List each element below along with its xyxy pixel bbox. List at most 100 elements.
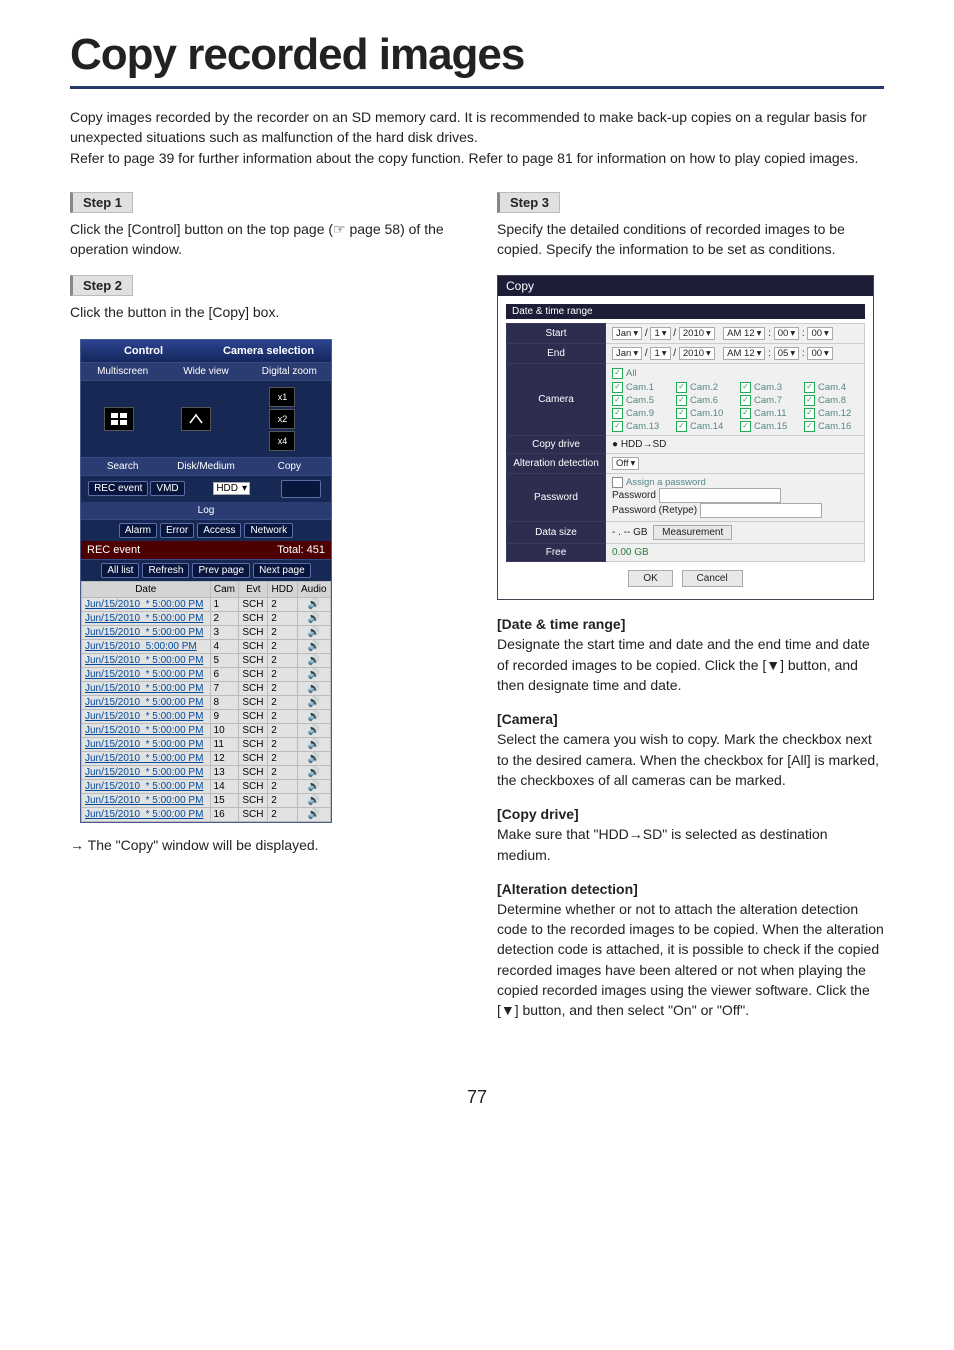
refresh-button[interactable]: Refresh — [142, 563, 189, 578]
start-min-select[interactable]: 00▾ — [774, 327, 799, 340]
zoom-x1-button[interactable]: x1 — [269, 387, 295, 407]
all-list-button[interactable]: All list — [101, 563, 139, 578]
row-date[interactable]: Jun/15/2010 * 5:00:00 PM — [82, 751, 211, 765]
camera-checkbox[interactable]: ✓Cam.5 — [612, 395, 666, 406]
disk-medium-select[interactable]: HDD▾ — [213, 482, 250, 495]
camera-checkbox[interactable]: ✓Cam.2 — [676, 382, 730, 393]
row-date[interactable]: Jun/15/2010 * 5:00:00 PM — [82, 723, 211, 737]
zoom-x2-button[interactable]: x2 — [269, 409, 295, 429]
error-button[interactable]: Error — [160, 523, 194, 538]
col-evt: Evt — [239, 581, 268, 597]
table-row[interactable]: Jun/15/2010 * 5:00:00 PM8SCH2🔊 — [82, 695, 331, 709]
password-input[interactable] — [659, 488, 781, 503]
all-checkbox[interactable]: ✓All — [612, 368, 637, 379]
multiscreen-icon[interactable] — [104, 407, 134, 431]
end-day-select[interactable]: 1▾ — [650, 347, 670, 360]
vmd-button[interactable]: VMD — [150, 481, 184, 496]
ok-button[interactable]: OK — [628, 570, 672, 587]
table-row[interactable]: Jun/15/2010 * 5:00:00 PM12SCH2🔊 — [82, 751, 331, 765]
table-row[interactable]: Jun/15/2010 * 5:00:00 PM16SCH2🔊 — [82, 807, 331, 821]
row-date[interactable]: Jun/15/2010 * 5:00:00 PM — [82, 765, 211, 779]
row-date[interactable]: Jun/15/2010 * 5:00:00 PM — [82, 695, 211, 709]
start-month-select[interactable]: Jan▾ — [612, 327, 642, 340]
access-button[interactable]: Access — [197, 523, 241, 538]
row-date[interactable]: Jun/15/2010 * 5:00:00 PM — [82, 681, 211, 695]
camera-checkbox[interactable]: ✓Cam.1 — [612, 382, 666, 393]
cancel-button[interactable]: Cancel — [682, 570, 743, 587]
row-cam: 6 — [210, 667, 239, 681]
row-date[interactable]: Jun/15/2010 * 5:00:00 PM — [82, 793, 211, 807]
row-date[interactable]: Jun/15/2010 5:00:00 PM — [82, 639, 211, 653]
row-hdd: 2 — [268, 751, 297, 765]
row-date[interactable]: Jun/15/2010 * 5:00:00 PM — [82, 611, 211, 625]
start-sec-select[interactable]: 00▾ — [807, 327, 832, 340]
total-label: Total: 451 — [277, 544, 325, 556]
camera-checkbox[interactable]: ✓Cam.12 — [804, 408, 858, 419]
end-month-select[interactable]: Jan▾ — [612, 347, 642, 360]
copy-drive-value[interactable]: ● HDD→SD — [606, 435, 865, 453]
table-row[interactable]: Jun/15/2010 * 5:00:00 PM15SCH2🔊 — [82, 793, 331, 807]
camera-checkbox[interactable]: ✓Cam.10 — [676, 408, 730, 419]
measurement-button[interactable]: Measurement — [653, 525, 732, 540]
speaker-icon: 🔊 — [308, 753, 320, 764]
end-sec-select[interactable]: 00▾ — [807, 347, 832, 360]
network-button[interactable]: Network — [244, 523, 293, 538]
camera-checkbox[interactable]: ✓Cam.3 — [740, 382, 794, 393]
table-row[interactable]: Jun/15/2010 * 5:00:00 PM9SCH2🔊 — [82, 709, 331, 723]
table-row[interactable]: Jun/15/2010 * 5:00:00 PM13SCH2🔊 — [82, 765, 331, 779]
start-ampm-select[interactable]: AM 12▾ — [723, 327, 765, 340]
camera-checkbox[interactable]: ✓Cam.11 — [740, 408, 794, 419]
row-date[interactable]: Jun/15/2010 * 5:00:00 PM — [82, 625, 211, 639]
row-date[interactable]: Jun/15/2010 * 5:00:00 PM — [82, 667, 211, 681]
alteration-select[interactable]: Off ▾ — [612, 457, 639, 470]
camera-checkbox[interactable]: ✓Cam.15 — [740, 421, 794, 432]
password-retype-input[interactable] — [700, 503, 822, 518]
camera-checkbox[interactable]: ✓Cam.6 — [676, 395, 730, 406]
table-row[interactable]: Jun/15/2010 * 5:00:00 PM1SCH2🔊 — [82, 597, 331, 611]
assign-password-checkbox[interactable]: ✓Assign a password — [612, 477, 706, 488]
camera-checkbox[interactable]: ✓Cam.7 — [740, 395, 794, 406]
table-row[interactable]: Jun/15/2010 * 5:00:00 PM14SCH2🔊 — [82, 779, 331, 793]
row-date[interactable]: Jun/15/2010 * 5:00:00 PM — [82, 597, 211, 611]
row-hdd: 2 — [268, 597, 297, 611]
step1-text: Click the [Control] button on the top pa… — [70, 219, 457, 260]
camera-checkbox[interactable]: ✓Cam.4 — [804, 382, 858, 393]
rec-event-search-button[interactable]: REC event — [88, 481, 148, 496]
copy-button[interactable] — [281, 480, 321, 498]
camera-checkbox[interactable]: ✓Cam.16 — [804, 421, 858, 432]
table-row[interactable]: Jun/15/2010 * 5:00:00 PM3SCH2🔊 — [82, 625, 331, 639]
camera-checkbox[interactable]: ✓Cam.8 — [804, 395, 858, 406]
row-hdd: 2 — [268, 807, 297, 821]
next-page-button[interactable]: Next page — [253, 563, 311, 578]
table-row[interactable]: Jun/15/2010 * 5:00:00 PM7SCH2🔊 — [82, 681, 331, 695]
row-date[interactable]: Jun/15/2010 * 5:00:00 PM — [82, 653, 211, 667]
camera-checkbox[interactable]: ✓Cam.13 — [612, 421, 666, 432]
table-row[interactable]: Jun/15/2010 * 5:00:00 PM10SCH2🔊 — [82, 723, 331, 737]
wideview-icon[interactable] — [181, 407, 211, 431]
end-min-select[interactable]: 05▾ — [774, 347, 799, 360]
table-row[interactable]: Jun/15/2010 * 5:00:00 PM5SCH2🔊 — [82, 653, 331, 667]
row-cam: 8 — [210, 695, 239, 709]
zoom-x4-button[interactable]: x4 — [269, 431, 295, 451]
row-date[interactable]: Jun/15/2010 * 5:00:00 PM — [82, 737, 211, 751]
end-ampm-select[interactable]: AM 12▾ — [723, 347, 765, 360]
table-row[interactable]: Jun/15/2010 5:00:00 PM4SCH2🔊 — [82, 639, 331, 653]
camera-checkbox[interactable]: ✓Cam.9 — [612, 408, 666, 419]
speaker-icon: 🔊 — [308, 641, 320, 652]
alarm-button[interactable]: Alarm — [119, 523, 157, 538]
control-panel: Control Camera selection Multiscreen Wid… — [80, 339, 332, 823]
camera-checkbox[interactable]: ✓Cam.14 — [676, 421, 730, 432]
prev-page-button[interactable]: Prev page — [192, 563, 250, 578]
row-date[interactable]: Jun/15/2010 * 5:00:00 PM — [82, 709, 211, 723]
start-year-select[interactable]: 2010▾ — [679, 327, 715, 340]
table-row[interactable]: Jun/15/2010 * 5:00:00 PM2SCH2🔊 — [82, 611, 331, 625]
copy-dialog-title: Copy — [498, 276, 873, 296]
row-evt: SCH — [239, 667, 268, 681]
start-day-select[interactable]: 1▾ — [650, 327, 670, 340]
row-date[interactable]: Jun/15/2010 * 5:00:00 PM — [82, 779, 211, 793]
row-date[interactable]: Jun/15/2010 * 5:00:00 PM — [82, 807, 211, 821]
table-row[interactable]: Jun/15/2010 * 5:00:00 PM11SCH2🔊 — [82, 737, 331, 751]
section-date-time-range: Date & time range — [506, 304, 865, 319]
table-row[interactable]: Jun/15/2010 * 5:00:00 PM6SCH2🔊 — [82, 667, 331, 681]
end-year-select[interactable]: 2010▾ — [679, 347, 715, 360]
